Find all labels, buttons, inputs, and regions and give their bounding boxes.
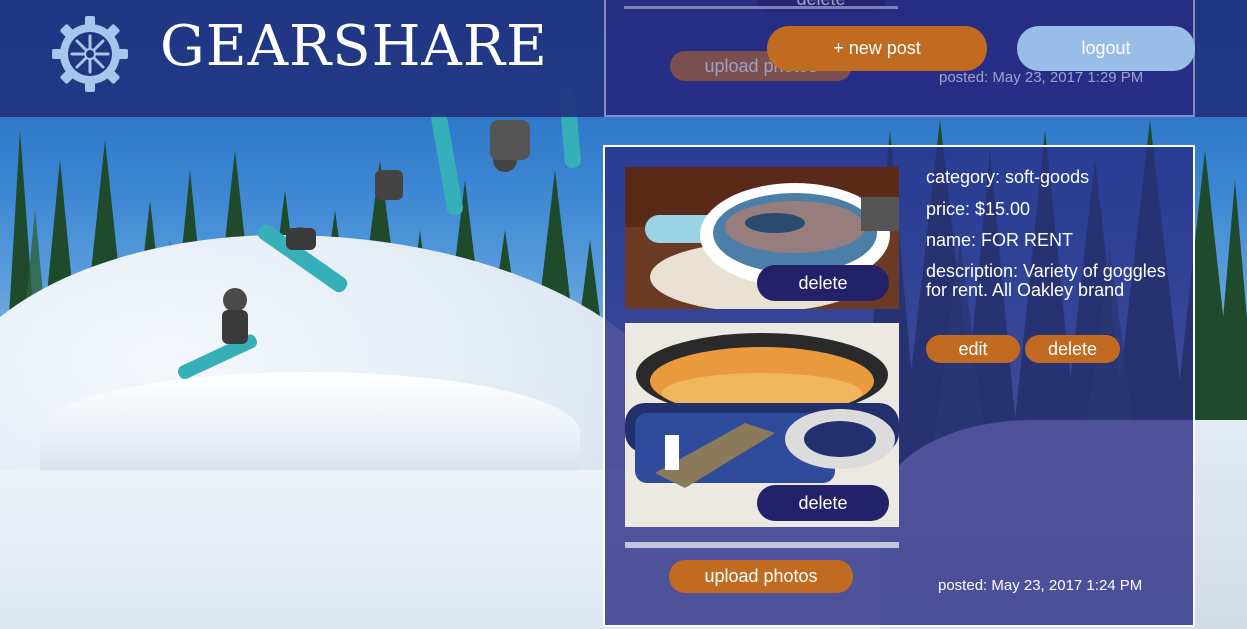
logout-button[interactable]: logout xyxy=(1017,26,1195,71)
photo-divider xyxy=(625,542,899,548)
previous-post-timestamp: posted: May 23, 2017 1:29 PM xyxy=(939,69,1144,86)
new-post-button[interactable]: + new post xyxy=(767,26,987,71)
gear-snowflake-icon[interactable] xyxy=(50,14,130,94)
post-photo-1: delete xyxy=(625,167,899,309)
post-price: price: $15.00 xyxy=(926,199,1031,219)
previous-post-divider xyxy=(624,6,898,9)
post-category: category: soft-goods xyxy=(926,167,1090,187)
delete-post-button[interactable]: delete xyxy=(1025,335,1120,363)
post-card: delete delete upload photos category: so… xyxy=(603,145,1195,627)
post-photo-2: delete xyxy=(625,323,899,527)
brand-title: GEARSHARE xyxy=(160,14,548,79)
edit-post-button[interactable]: edit xyxy=(926,335,1020,363)
post-description: description: Variety of goggles for rent… xyxy=(926,261,1166,300)
photo-2-delete-button[interactable]: delete xyxy=(757,485,889,521)
post-timestamp: posted: May 23, 2017 1:24 PM xyxy=(938,577,1143,594)
upload-photos-button[interactable]: upload photos xyxy=(669,560,853,593)
photo-1-delete-button[interactable]: delete xyxy=(757,265,889,301)
post-name: name: FOR RENT xyxy=(926,230,1074,250)
